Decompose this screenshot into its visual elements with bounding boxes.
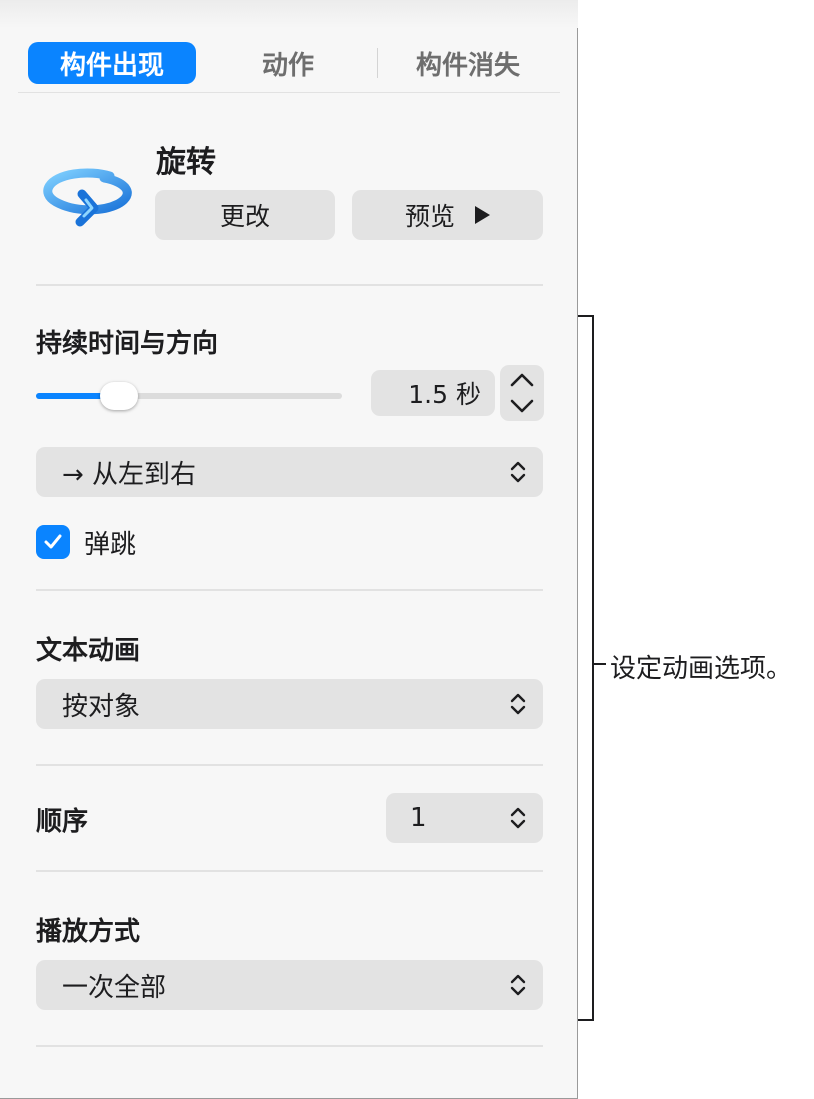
order-select[interactable]: 1 <box>386 793 543 843</box>
duration-value: 1.5 秒 <box>408 380 481 409</box>
panel-top-edge <box>0 0 578 28</box>
text-animation-select[interactable]: 按对象 <box>36 679 543 729</box>
callout-leader-line <box>594 663 606 665</box>
checkmark-icon <box>44 534 62 549</box>
chevron-down-icon[interactable] <box>508 397 536 415</box>
duration-stepper[interactable] <box>500 365 544 421</box>
preview-button[interactable]: 预览 <box>352 190 543 240</box>
text-animation-title: 文本动画 <box>36 636 141 666</box>
preview-label: 预览 <box>404 202 455 231</box>
change-effect-button[interactable]: 更改 <box>155 190 335 240</box>
rotate-arrow-icon <box>43 168 132 227</box>
order-value: 1 <box>410 803 427 833</box>
bounce-label: 弹跳 <box>84 530 137 560</box>
tab-divider <box>377 48 378 78</box>
tab-build-out[interactable]: 构件消失 <box>390 42 546 84</box>
animate-inspector-panel: 构件出现 动作 构件消失 旋转 更改 预览 持续时间与方向 1.5 秒 → 从左… <box>0 0 578 1099</box>
up-down-chevron-icon <box>510 461 526 483</box>
tab-build-in[interactable]: 构件出现 <box>28 42 196 84</box>
duration-slider-knob[interactable] <box>99 382 138 410</box>
up-down-chevron-icon <box>510 807 526 829</box>
direction-select[interactable]: → 从左到右 <box>36 447 543 497</box>
section-divider <box>36 589 543 591</box>
callout-bracket <box>578 315 594 1021</box>
chevron-up-icon[interactable] <box>508 371 536 389</box>
section-divider <box>36 764 543 766</box>
effect-name: 旋转 <box>156 145 216 180</box>
duration-field[interactable]: 1.5 秒 <box>371 370 495 416</box>
section-divider <box>36 1045 543 1047</box>
section-divider <box>36 870 543 872</box>
bounce-checkbox[interactable] <box>36 525 70 559</box>
playback-title: 播放方式 <box>36 917 141 947</box>
order-title: 顺序 <box>36 807 89 837</box>
playback-select[interactable]: 一次全部 <box>36 960 543 1010</box>
tab-bar-divider <box>18 92 560 93</box>
up-down-chevron-icon <box>510 974 526 996</box>
tab-action[interactable]: 动作 <box>210 42 366 84</box>
direction-value: → 从左到右 <box>62 459 197 490</box>
play-icon <box>475 206 490 224</box>
playback-value: 一次全部 <box>62 972 167 1003</box>
duration-direction-title: 持续时间与方向 <box>36 329 219 359</box>
duration-slider-track[interactable] <box>36 393 342 399</box>
callout-text: 设定动画选项。 <box>610 654 793 684</box>
section-divider <box>36 284 543 286</box>
change-effect-label: 更改 <box>219 202 270 231</box>
text-animation-value: 按对象 <box>62 691 141 722</box>
up-down-chevron-icon <box>510 693 526 715</box>
